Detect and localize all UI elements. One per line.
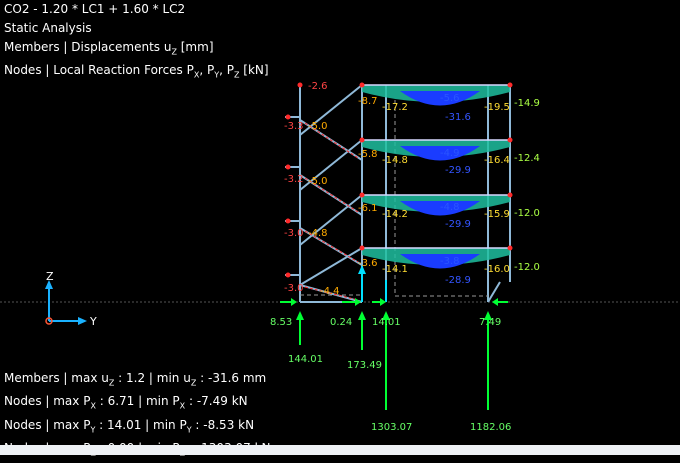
summary-nodes-px: Nodes | max PX : 6.71 | min PX : -7.49 k… [4,394,248,411]
svg-text:-8.7: -8.7 [358,96,378,107]
svg-text:-15.9: -15.9 [484,209,510,220]
svg-text:-3.6: -3.6 [358,258,378,269]
svg-text:-16.4: -16.4 [484,155,510,166]
svg-text:-14.1: -14.1 [382,264,408,275]
reaction-pz-mid: 173.49 [347,360,382,371]
svg-text:-4.9: -4.9 [440,148,460,159]
reaction-py-mid: 0.24 [330,317,352,328]
svg-text:-28.9: -28.9 [445,275,471,286]
summary-nodes-py: Nodes | max PY : 14.01 | min PY : -8.53 … [4,417,255,435]
svg-text:-3.0: -3.0 [284,228,304,239]
svg-text:-16.0: -16.0 [484,264,510,275]
svg-text:-5.0: -5.0 [308,121,328,132]
reaction-py-left: 8.53 [270,317,292,328]
svg-text:-4.4: -4.4 [320,286,340,297]
svg-text:-14.2: -14.2 [382,209,408,220]
svg-text:-6.1: -6.1 [358,203,378,214]
svg-text:-31.6: -31.6 [445,112,471,123]
svg-text:-12.0: -12.0 [514,208,540,219]
coordinate-axes-icon: Z Y [45,270,97,328]
svg-text:-5.8: -5.8 [358,149,378,160]
svg-text:-12.0: -12.0 [514,262,540,273]
svg-text:-3.0: -3.0 [284,283,304,294]
y-axis-label: Y [89,315,97,328]
z-axis-label: Z [46,270,54,283]
reaction-py-column: 14.01 [372,317,401,328]
reaction-pz-right: 1182.06 [470,422,511,433]
svg-text:-3.3: -3.3 [284,121,304,132]
svg-text:-3.8: -3.8 [440,256,460,267]
svg-text:-3.2: -3.2 [284,174,304,185]
svg-text:-14.8: -14.8 [382,155,408,166]
svg-text:-5.6: -5.6 [440,93,460,104]
svg-text:-4.8: -4.8 [440,202,460,213]
svg-text:-2.6: -2.6 [308,81,328,92]
reaction-pz-column: 1303.07 [371,422,412,433]
svg-text:-4.8: -4.8 [308,228,328,239]
reaction-py-right: 7.49 [479,317,501,328]
svg-text:-5.0: -5.0 [308,176,328,187]
svg-text:-17.2: -17.2 [382,102,408,113]
svg-text:-29.9: -29.9 [445,165,471,176]
svg-text:-12.4: -12.4 [514,153,540,164]
svg-text:-29.9: -29.9 [445,219,471,230]
svg-text:-19.5: -19.5 [484,102,510,113]
summary-members: Members | max uZ : 1.2 | min uZ : -31.6 … [4,371,267,388]
reaction-values: 8.53 144.01 0.24 173.49 14.01 1303.07 7.… [270,317,511,433]
reaction-pz-left: 144.01 [288,354,323,365]
status-bar [0,445,680,455]
svg-text:-14.9: -14.9 [514,98,540,109]
